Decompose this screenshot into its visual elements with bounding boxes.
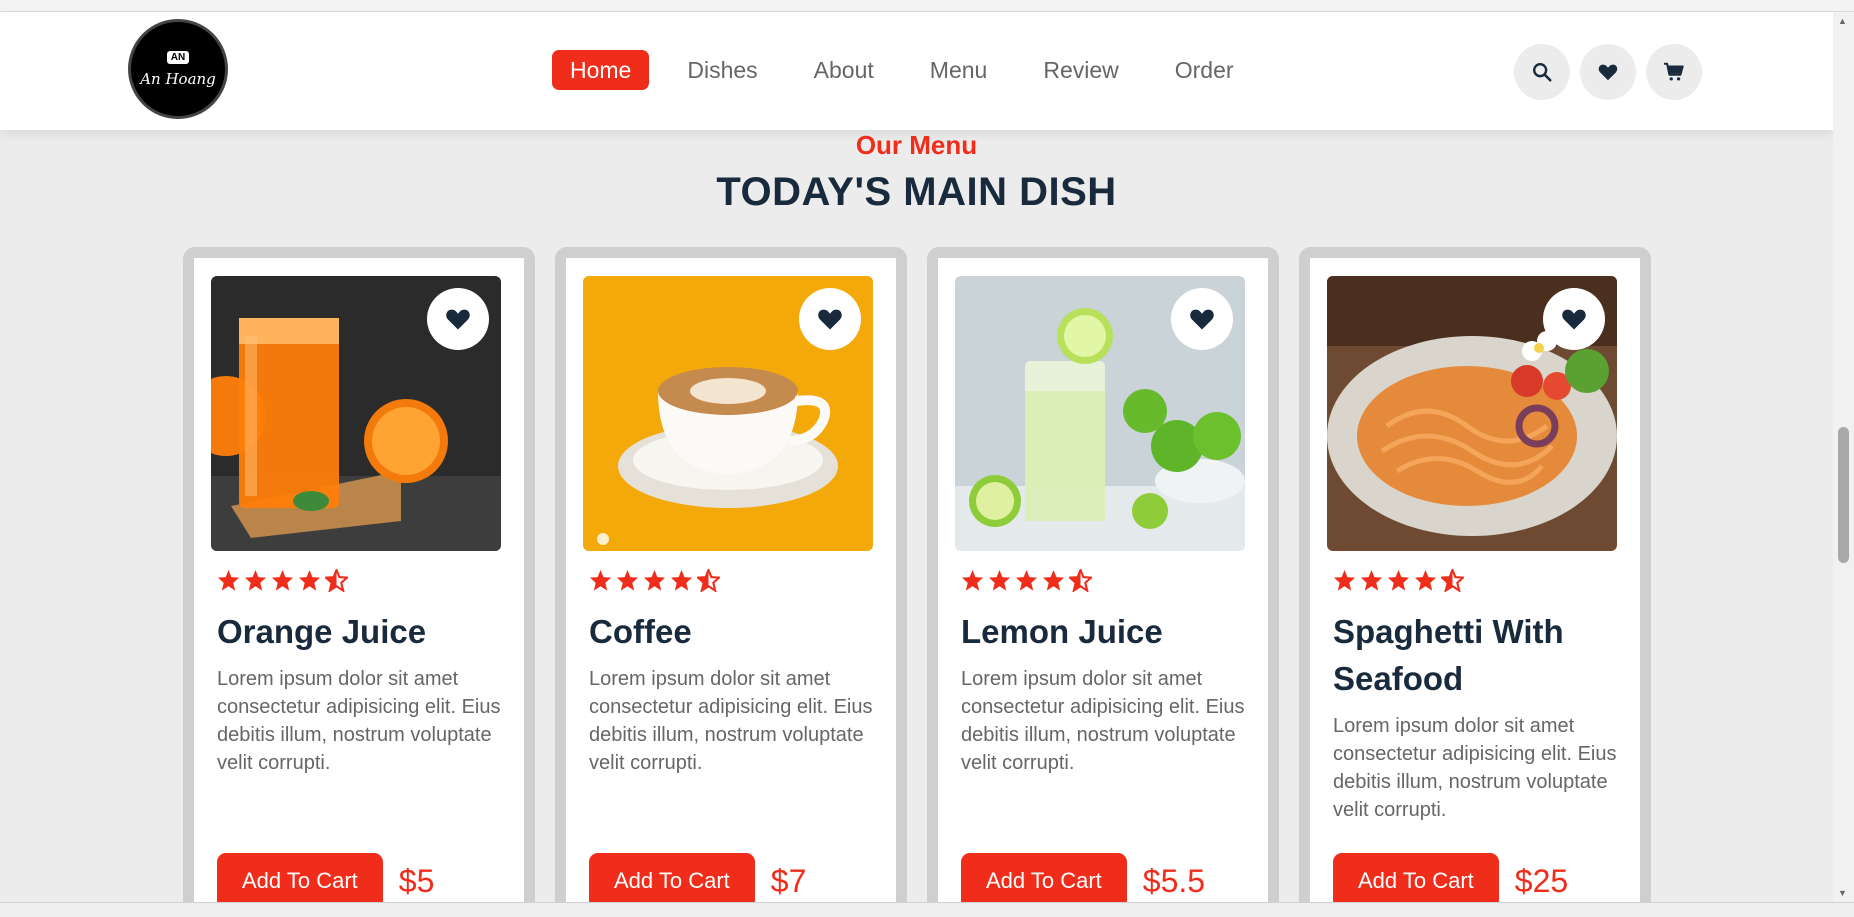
heart-icon [446,309,470,330]
scroll-up-arrow-icon[interactable]: ▲ [1838,16,1847,26]
search-icon [1533,63,1552,82]
nav-dishes[interactable]: Dishes [669,50,775,90]
nav-about[interactable]: About [796,50,892,90]
star-half-icon [325,569,348,592]
section-subtitle: Our Menu [855,130,978,160]
card-footer: Add To Cart $5 [217,853,434,909]
star-icon [1042,569,1065,591]
favorite-button[interactable] [427,288,489,350]
star-icon [271,569,294,591]
star-icon [643,569,666,591]
dish-price: $5 [398,862,435,899]
star-icon [1387,569,1410,591]
dish-description: Lorem ipsum dolor sit amet consectetur a… [217,668,501,774]
dish-image-orange-juice [211,276,501,551]
dish-card: Orange Juice Lorem ipsum dolor sit amet … [183,247,535,917]
add-to-cart-button[interactable]: Add To Cart [961,853,1127,909]
heart-icon [1190,309,1214,330]
section-title: TODAY'S MAIN DISH [716,170,1117,214]
card-footer: Add To Cart $25 [1333,853,1568,909]
dish-description: Lorem ipsum dolor sit amet consectetur a… [1333,715,1617,821]
scroll-down-arrow-icon[interactable]: ▼ [1838,888,1847,898]
search-button[interactable] [1514,44,1570,100]
heart-icon [818,309,842,330]
wishlist-button[interactable] [1580,44,1636,100]
dish-image-lemon-juice [955,276,1245,551]
logo-text: An Hoang [140,69,216,88]
star-icon [670,569,693,591]
add-to-cart-button[interactable]: Add To Cart [589,853,755,909]
brand-logo[interactable]: AN An Hoang [128,19,228,119]
dish-price: $25 [1514,862,1569,899]
star-half-icon [697,569,720,592]
star-half-icon [1069,569,1092,592]
dish-name: Coffee [589,613,692,650]
rating-stars [589,569,879,592]
dish-card: Spaghetti With Seafood Lorem ipsum dolor… [1299,247,1651,917]
card-footer: Add To Cart $7 [589,853,806,909]
dish-image-spaghetti [1327,276,1617,551]
star-icon [1015,569,1038,591]
cart-button[interactable] [1646,44,1702,100]
main-nav: Home Dishes About Menu Review Order [552,50,1252,90]
site-header: AN An Hoang Home Dishes About Menu Revie… [0,12,1833,130]
dish-card-list: Orange Juice Lorem ipsum dolor sit amet … [183,247,1651,917]
favorite-button[interactable] [1543,288,1605,350]
dish-card: Coffee Lorem ipsum dolor sit amet consec… [555,247,907,917]
star-icon [988,569,1011,591]
dish-card: Lemon Juice Lorem ipsum dolor sit amet c… [927,247,1279,917]
star-icon [1414,569,1437,591]
dish-name: Spaghetti With Seafood [1333,613,1564,697]
dish-price: $7 [770,862,807,899]
scrollbar-thumb[interactable] [1838,427,1849,563]
card-footer: Add To Cart $5.5 [961,853,1205,909]
header-icon-group [1514,44,1702,100]
nav-order[interactable]: Order [1157,50,1252,90]
heart-icon [1562,309,1586,330]
star-icon [1360,569,1383,591]
favorite-button[interactable] [1171,288,1233,350]
star-icon [244,569,267,591]
nav-home[interactable]: Home [552,50,650,90]
nav-review[interactable]: Review [1025,50,1136,90]
dish-name: Orange Juice [217,613,427,650]
bottom-edge [0,902,1854,917]
star-icon [961,569,984,591]
add-to-cart-button[interactable]: Add To Cart [1333,853,1499,909]
heart-icon [1598,64,1618,81]
rating-stars [217,569,507,592]
rating-stars [1333,569,1623,592]
star-icon [217,569,240,591]
star-icon [298,569,321,591]
rating-stars [961,569,1251,592]
star-icon [1333,569,1356,591]
cart-icon [1663,62,1684,81]
favorite-button[interactable] [799,288,861,350]
dish-price: $5.5 [1142,862,1206,899]
dish-name: Lemon Juice [961,613,1163,650]
add-to-cart-button[interactable]: Add To Cart [217,853,383,909]
nav-menu[interactable]: Menu [912,50,1006,90]
star-half-icon [1441,569,1464,592]
vertical-scrollbar[interactable]: ▲ ▼ [1833,12,1854,902]
browser-top-edge [0,0,1854,12]
star-icon [616,569,639,591]
logo-badge: AN [166,50,190,64]
star-icon [589,569,612,591]
dish-description: Lorem ipsum dolor sit amet consectetur a… [589,668,873,774]
dish-image-coffee [583,276,873,551]
dish-description: Lorem ipsum dolor sit amet consectetur a… [961,668,1245,774]
